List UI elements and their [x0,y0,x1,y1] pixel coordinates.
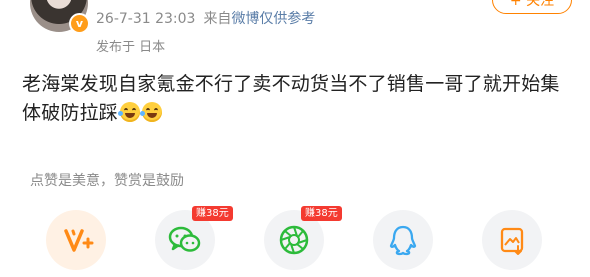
laugh-cry-emoji [140,102,163,122]
avatar[interactable]: v [30,0,90,34]
post-location: 发布于 日本 [96,40,166,55]
reward-v-plus-icon [64,229,94,252]
bonus-badge: 赚38元 [192,206,233,221]
qq-icon [389,225,417,256]
verified-badge-icon: v [69,13,90,34]
reward-hint: 点赞是美意，赞赏是鼓励 [30,173,184,189]
post-timestamp: 26-7-31 23:03 [96,11,196,27]
share-qq-button[interactable] [373,210,433,270]
save-image-button[interactable] [482,210,542,270]
source-link[interactable]: 微博仅供参考 [231,11,315,27]
source-prefix: 来自 [203,11,232,27]
reward-button[interactable] [46,210,106,270]
post-meta: 26-7-31 23:03 来自微博仅供参考 [96,8,315,28]
save-image-icon [500,227,524,255]
post-text: 老海棠发现自家氪金不行了卖不动货当不了销售一哥了就开始集体破防拉踩 [22,73,560,124]
post-body: 老海棠发现自家氪金不行了卖不动货当不了销售一哥了就开始集体破防拉踩 [22,70,572,128]
laugh-cry-emoji [118,102,141,122]
bonus-badge: 赚38元 [301,206,342,221]
follow-button[interactable]: + 关注 [492,0,572,14]
